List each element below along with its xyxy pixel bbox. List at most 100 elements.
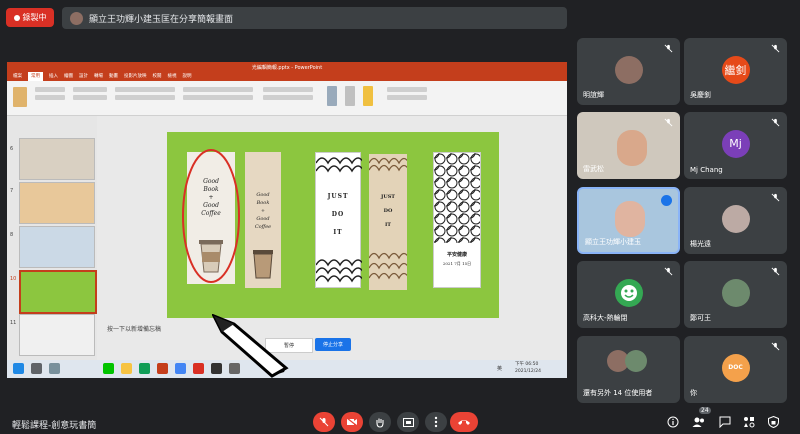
coffee-cup-icon xyxy=(253,250,273,279)
taskbar-lang[interactable]: 英 xyxy=(497,365,502,372)
bookmark-text: DO xyxy=(383,208,393,214)
participant-tile-video[interactable]: 雷武松 xyxy=(577,112,680,179)
presenter-banner-text: 顯立王功輝小建玉匡在分享簡報畫面 xyxy=(89,14,234,25)
participant-tile[interactable]: 高科大-熱輪閉 xyxy=(577,261,680,328)
ppt-tab[interactable]: 說明 xyxy=(183,72,192,81)
recording-label: 錄製中 xyxy=(22,13,47,22)
bookmark-text: JUST xyxy=(327,193,349,200)
ppt-tab[interactable]: 校閱 xyxy=(153,72,162,81)
edit-group xyxy=(387,95,427,100)
annotation-circle xyxy=(182,149,240,283)
participant-name: 鄭可王 xyxy=(690,314,711,322)
shield-lock-icon xyxy=(767,416,779,428)
participant-tile[interactable]: 鄭可王 xyxy=(684,261,787,328)
powerpoint-icon[interactable] xyxy=(157,363,168,374)
ppt-tab[interactable]: 繪圖 xyxy=(64,72,73,81)
app-icon[interactable] xyxy=(193,363,204,374)
mic-off-icon xyxy=(771,44,780,53)
recording-indicator[interactable]: 錄製中 xyxy=(6,8,54,27)
ppt-ribbon xyxy=(7,81,567,116)
slide-thumbnail[interactable] xyxy=(19,138,95,180)
raise-hand-button[interactable] xyxy=(369,412,391,432)
people-button[interactable]: 24 xyxy=(690,407,711,431)
present-screen-icon xyxy=(402,417,414,427)
slide-thumbnail[interactable] xyxy=(19,182,95,224)
mic-off-icon xyxy=(664,267,673,276)
present-button[interactable] xyxy=(397,412,419,432)
camera-toggle-button[interactable] xyxy=(341,412,363,432)
leave-call-button[interactable] xyxy=(450,412,478,432)
participant-tile[interactable]: 明誼輝 xyxy=(577,38,680,105)
record-dot-icon xyxy=(13,14,20,21)
ppt-tab[interactable]: 檢視 xyxy=(168,72,177,81)
line-app-icon[interactable] xyxy=(103,363,114,374)
bookmark-peace-health: 平安健康 2021 7月 15日 xyxy=(433,152,481,288)
slide-thumbnail-selected[interactable] xyxy=(19,270,97,314)
participant-tile[interactable]: Mj Mj Chang xyxy=(684,112,787,179)
ppt-tab[interactable]: 轉場 xyxy=(94,72,103,81)
ppt-tab[interactable]: 動畫 xyxy=(109,72,118,81)
people-icon xyxy=(692,417,704,427)
thumb-number: 11 xyxy=(10,320,17,326)
ppt-tab[interactable]: 常用 xyxy=(28,72,43,81)
participant-count-badge: 24 xyxy=(699,407,711,414)
thumb-number: 10 xyxy=(10,276,17,282)
edge-icon[interactable] xyxy=(175,363,186,374)
camera-off-icon xyxy=(346,417,358,427)
activities-button[interactable] xyxy=(740,413,758,431)
speaking-indicator-icon xyxy=(661,195,672,206)
shared-screen: 光編輯簡報.pptx - PowerPoint 檔案 常用 插入 繪圖 設計 轉場 動畫 投影… xyxy=(7,62,567,378)
shapes-icon xyxy=(327,86,337,106)
stop-sharing-button[interactable]: 停止分享 xyxy=(315,338,351,351)
arrange-icon xyxy=(345,86,355,106)
windows-start-icon[interactable] xyxy=(13,363,24,374)
host-controls-button[interactable] xyxy=(764,413,782,431)
wave-pattern xyxy=(369,252,407,280)
participant-tile[interactable]: 繼釗 吳慶釗 xyxy=(684,38,787,105)
font-box xyxy=(115,87,175,92)
wave-pattern xyxy=(316,259,362,283)
hand-icon xyxy=(376,418,384,428)
participant-name: 你 xyxy=(690,389,697,397)
ppt-tab[interactable]: 投影片放映 xyxy=(124,72,147,81)
thumb-number: 7 xyxy=(10,188,14,194)
bookmark-text: IT xyxy=(333,229,343,236)
font-format xyxy=(115,95,175,100)
chat-button[interactable] xyxy=(716,413,734,431)
participant-name: Mj Chang xyxy=(690,166,723,174)
participant-name: 顯立王功輝小建玉 xyxy=(585,238,641,246)
avatar: 繼釗 xyxy=(721,55,750,84)
notes-placeholder[interactable]: 按一下以新增備忘稿 xyxy=(107,324,161,333)
more-participants-label: 還有另外 14 位使用者 xyxy=(583,389,653,397)
bookmark-just-do-it: JUST DO IT xyxy=(315,152,362,288)
ppt-tab[interactable]: 檔案 xyxy=(13,72,22,81)
pencil-cursor-icon xyxy=(212,314,289,378)
hang-up-icon xyxy=(458,420,470,425)
more-options-button[interactable] xyxy=(425,412,447,432)
ppt-tab[interactable]: 插入 xyxy=(49,72,58,81)
task-view-icon[interactable] xyxy=(49,363,60,374)
mic-toggle-button[interactable] xyxy=(313,412,335,432)
ppt-window-title: 光編輯簡報.pptx - PowerPoint xyxy=(251,64,323,71)
more-participants-tile[interactable]: 還有另外 14 位使用者 xyxy=(577,336,680,403)
participant-tile-speaking[interactable]: 顯立王功輝小建玉 xyxy=(577,187,680,254)
quick-style-icon xyxy=(363,86,373,106)
drawing-group xyxy=(263,87,313,92)
search-icon[interactable] xyxy=(31,363,42,374)
avatar: Mj xyxy=(721,129,750,158)
presenter-avatar xyxy=(70,11,83,25)
slide-thumbnail[interactable] xyxy=(19,226,95,268)
ppt-tab[interactable]: 設計 xyxy=(79,72,88,81)
participant-name: 雷武松 xyxy=(583,165,604,173)
folder-icon[interactable] xyxy=(121,363,132,374)
bookmark-text: Coffee xyxy=(254,224,272,230)
bookmark-text: + xyxy=(260,208,266,214)
participant-video xyxy=(617,130,647,166)
mic-off-icon xyxy=(771,267,780,276)
meeting-details-button[interactable] xyxy=(664,413,682,431)
self-tile[interactable]: DOC 你 xyxy=(684,336,787,403)
slide-thumbnail[interactable] xyxy=(19,314,95,356)
chrome-icon[interactable] xyxy=(139,363,150,374)
participant-tile[interactable]: 楊光遠 xyxy=(684,187,787,254)
ribbon-group xyxy=(73,87,107,92)
